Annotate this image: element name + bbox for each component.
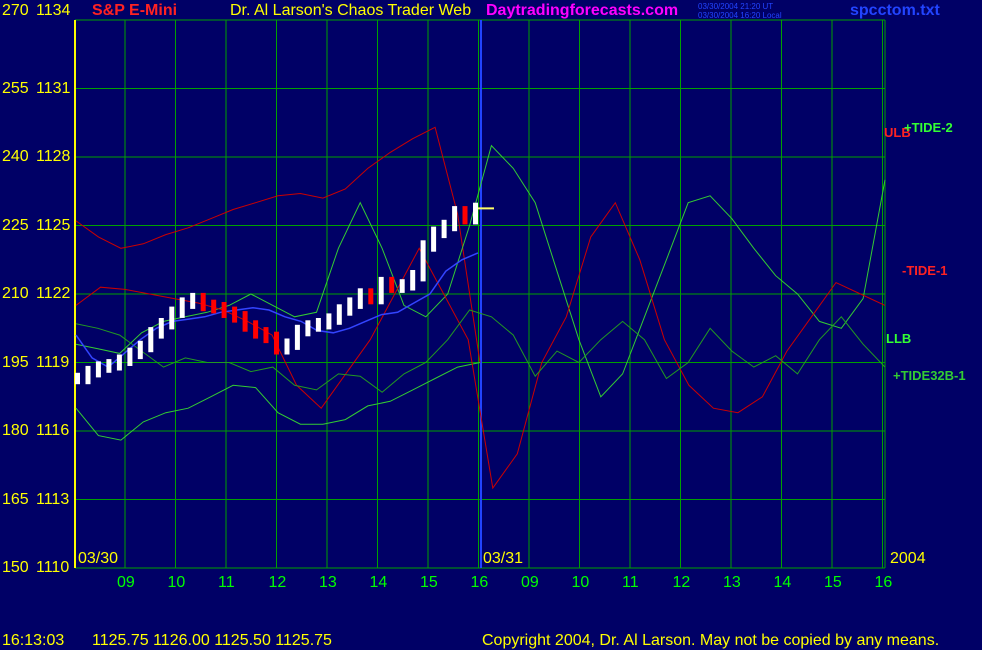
left-axis-top-label: 270 bbox=[2, 2, 29, 19]
x-hour-tick-label: 10 bbox=[167, 574, 186, 591]
price-bar bbox=[420, 240, 426, 282]
price-bar bbox=[431, 226, 437, 252]
x-hour-tick-label: 15 bbox=[420, 574, 438, 591]
x-hour-tick-label: 12 bbox=[268, 574, 287, 591]
footer-copyright: Copyright 2004, Dr. Al Larson. May not b… bbox=[482, 632, 940, 649]
llb-line bbox=[75, 362, 481, 441]
price-bar bbox=[473, 202, 478, 225]
price-bar bbox=[441, 219, 447, 239]
y-right-tick-label: 1116 bbox=[36, 422, 70, 439]
x-hour-tick-label: 13 bbox=[319, 574, 337, 591]
price-bar bbox=[284, 338, 290, 355]
y-right-tick-label: 1131 bbox=[36, 79, 71, 97]
x-hour-tick-label: 11 bbox=[218, 574, 235, 591]
timestamp-ut: 03/30/2004 21:20 UT bbox=[698, 2, 774, 11]
x-hour-tick-label: 11 bbox=[622, 574, 639, 591]
x-hour-tick-label: 09 bbox=[521, 574, 539, 591]
price-bar bbox=[211, 299, 217, 314]
price-bar bbox=[253, 320, 259, 339]
price-bar bbox=[85, 365, 91, 385]
price-bar bbox=[389, 276, 395, 293]
y-left-tick-label: 210 bbox=[2, 285, 29, 302]
series-label-tide32b: +TIDE32B-1 bbox=[893, 368, 966, 383]
price-bar bbox=[274, 331, 279, 355]
price-bar bbox=[158, 318, 164, 339]
filename-label: spcctom.txt bbox=[850, 2, 940, 19]
x-hour-tick-label: 16 bbox=[470, 574, 489, 591]
price-bar bbox=[263, 327, 269, 344]
page-title: Dr. Al Larson's Chaos Trader Web bbox=[230, 2, 472, 19]
x-hour-tick-label: 14 bbox=[773, 574, 792, 591]
timestamp-local: 03/30/2004 16:20 Local bbox=[698, 11, 782, 20]
y-right-tick-label: 1125 bbox=[36, 216, 71, 234]
y-right-tick-label: 1113 bbox=[36, 490, 70, 508]
price-bar bbox=[127, 347, 133, 366]
price-bar bbox=[368, 288, 374, 305]
date-label-mid: 03/31 bbox=[483, 550, 524, 567]
chart-grid bbox=[74, 19, 886, 569]
price-bar bbox=[169, 306, 175, 330]
price-bar bbox=[305, 320, 311, 337]
price-bar bbox=[232, 306, 238, 323]
price-bar bbox=[315, 318, 321, 332]
price-bar bbox=[190, 292, 196, 309]
x-hour-tick-label: 16 bbox=[874, 574, 893, 591]
y-left-tick-label: 150 bbox=[2, 559, 29, 576]
right-scale-top-label: 1134 bbox=[36, 2, 71, 19]
y-left-tick-label: 255 bbox=[2, 79, 29, 97]
y-left-tick-label: 180 bbox=[2, 422, 29, 439]
price-bar bbox=[347, 297, 353, 316]
price-bar bbox=[137, 340, 143, 360]
x-hour-tick-label: 15 bbox=[824, 574, 842, 591]
price-bar bbox=[242, 311, 248, 332]
x-hour-tick-label: 09 bbox=[117, 574, 135, 591]
y-left-tick-label: 195 bbox=[2, 353, 29, 371]
series-label-llb: LLB bbox=[886, 331, 912, 346]
price-bar bbox=[200, 292, 206, 312]
series-label-tide2: +TIDE-2 bbox=[904, 120, 953, 135]
price-bar bbox=[75, 372, 80, 385]
footer-time: 16:13:03 bbox=[2, 632, 65, 649]
price-bar bbox=[452, 206, 458, 232]
y-right-tick-label: 1128 bbox=[36, 148, 71, 165]
price-bar bbox=[148, 327, 154, 353]
price-bar bbox=[95, 361, 101, 378]
price-bar bbox=[326, 313, 332, 330]
price-bar bbox=[106, 359, 112, 373]
price-bar bbox=[410, 270, 416, 291]
price-bar bbox=[116, 354, 122, 371]
date-label-start: 03/30 bbox=[78, 550, 119, 567]
footer-ohlc: 1125.75 1126.00 1125.50 1125.75 bbox=[92, 632, 332, 649]
y-right-tick-label: 1122 bbox=[36, 285, 71, 302]
y-right-tick-label: 1119 bbox=[36, 353, 70, 371]
price-bar bbox=[221, 302, 227, 318]
x-hour-tick-label: 12 bbox=[672, 574, 691, 591]
y-left-tick-label: 225 bbox=[2, 216, 29, 234]
y-right-tick-label: 1110 bbox=[36, 559, 70, 576]
site-link[interactable]: Daytradingforecasts.com bbox=[486, 2, 678, 20]
date-label-year: 2004 bbox=[890, 550, 926, 567]
price-bar bbox=[462, 206, 468, 225]
y-left-tick-label: 165 bbox=[2, 490, 29, 508]
price-bar bbox=[179, 297, 185, 318]
ulb-line bbox=[75, 126, 481, 363]
x-hour-tick-label: 14 bbox=[369, 574, 388, 591]
price-bar bbox=[336, 304, 342, 325]
y-left-tick-label: 240 bbox=[2, 148, 29, 165]
series-label-tide1: -TIDE-1 bbox=[902, 263, 948, 278]
x-hour-tick-label: 13 bbox=[723, 574, 741, 591]
price-bar bbox=[399, 279, 405, 293]
price-bar bbox=[357, 288, 363, 309]
x-hour-tick-label: 10 bbox=[571, 574, 590, 591]
symbol-title: S&P E-Mini bbox=[92, 2, 178, 19]
price-bar bbox=[378, 276, 384, 305]
price-bar bbox=[294, 324, 300, 350]
